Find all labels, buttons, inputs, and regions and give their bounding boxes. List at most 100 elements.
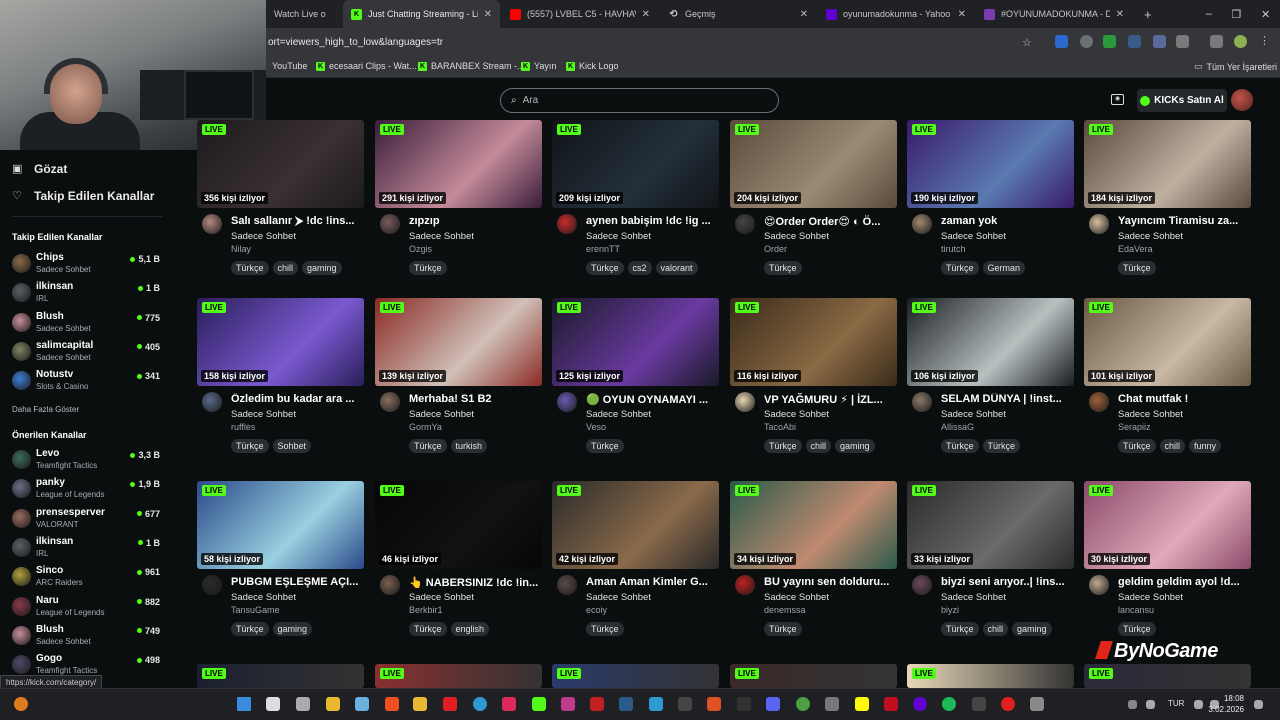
stream-category[interactable]: Sadece Sohbet <box>586 231 651 242</box>
stream-thumbnail[interactable]: LIVE 42 kişi izliyor <box>552 481 719 569</box>
streamer-avatar[interactable] <box>380 392 400 412</box>
close-tab-icon[interactable]: ✕ <box>642 9 650 20</box>
sidebar-channel[interactable]: Blush Sadece Sohbet 749 <box>12 623 162 651</box>
stream-thumbnail[interactable]: LIVE 184 kişi izliyor <box>1084 120 1251 208</box>
tag-pill[interactable]: english <box>450 622 490 636</box>
tag-pill[interactable]: gaming <box>272 622 313 636</box>
file-explorer-icon[interactable] <box>326 697 340 711</box>
close-tab-icon[interactable]: ✕ <box>1116 9 1124 20</box>
nav-following[interactable]: ♡ Takip Edilen Kanallar <box>12 189 154 203</box>
stream-thumbnail[interactable]: LIVE 46 kişi izliyor <box>375 481 542 569</box>
profile-icon[interactable] <box>1234 35 1247 48</box>
tag-pill[interactable]: Türkçe <box>231 261 269 275</box>
tag-pill[interactable]: Türkçe <box>231 622 269 636</box>
browser-tab[interactable]: ⟲ Geçmiş ✕ <box>660 0 816 28</box>
show-more-link[interactable]: Daha Fazla Göster <box>12 405 79 414</box>
sidebar-channel[interactable]: ilkinsan IRL 1 B <box>12 535 162 563</box>
shield-extension-icon[interactable] <box>1080 35 1093 48</box>
close-tab-icon[interactable]: ✕ <box>800 9 808 20</box>
tag-pill[interactable]: Türkçe <box>409 261 447 275</box>
stream-icon[interactable]: ◉ <box>1111 94 1124 105</box>
streamer-name[interactable]: Berkbir1 <box>409 605 443 615</box>
streamer-avatar[interactable] <box>557 575 577 595</box>
streamer-name[interactable]: Order <box>764 244 787 254</box>
start-icon[interactable] <box>237 697 251 711</box>
sidebar-channel[interactable]: salimcapital Sadece Sohbet 405 <box>12 339 162 367</box>
streamer-avatar[interactable] <box>1089 214 1109 234</box>
stream-title[interactable]: Özledim bu kadar ara ... <box>231 393 364 405</box>
kick-icon[interactable] <box>532 697 546 711</box>
stream-category[interactable]: Sadece Sohbet <box>1118 231 1183 242</box>
folder-icon[interactable] <box>413 697 427 711</box>
stream-thumbnail[interactable]: LIVE 158 kişi izliyor <box>197 298 364 386</box>
tag-pill[interactable]: Türkçe <box>586 439 624 453</box>
stream-thumbnail[interactable]: LIVE 139 kişi izliyor <box>375 298 542 386</box>
stream-card[interactable]: LIVE 33 kişi izliyor biyzi seni arıyor..| … <box>907 481 1074 671</box>
stream-card[interactable]: LIVE 158 kişi izliyor Özledim bu kadar ara… <box>197 298 364 488</box>
stream-title[interactable]: 😍Order Order😍 ◐ Ö... <box>764 215 897 228</box>
buy-kicks-button[interactable]: KICKs Satın Al <box>1137 89 1227 112</box>
tag-pill[interactable]: Türkçe <box>941 622 979 636</box>
snapchat-icon[interactable] <box>855 697 869 711</box>
streamer-name[interactable]: biyzi <box>941 605 959 615</box>
bookmark-kick-logo[interactable]: K Kick Logo <box>566 61 619 71</box>
input-language[interactable]: TUR <box>1168 699 1184 708</box>
streamer-name[interactable]: ecoiy <box>586 605 607 615</box>
tag-pill[interactable]: Türkçe <box>1118 622 1156 636</box>
streamer-avatar[interactable] <box>735 392 755 412</box>
tag-pill[interactable]: Türkçe <box>586 622 624 636</box>
bookmark-yayin[interactable]: K Yayın <box>521 61 556 71</box>
stream-thumbnail[interactable]: LIVE <box>907 664 1074 688</box>
streamer-name[interactable]: denemssa <box>764 605 806 615</box>
browser-tab[interactable]: oyunumadokunma - Yahoo Tu ✕ <box>818 0 974 28</box>
browser-tab[interactable]: Watch Live o <box>266 0 343 28</box>
tag-pill[interactable]: funny <box>1189 439 1222 453</box>
browser-tab[interactable]: (5557) LVBEL C5 - HAVHAV ✕ <box>502 0 658 28</box>
stream-card[interactable]: LIVE 204 kişi izliyor 😍Order Order😍 ◐ Ö...… <box>730 120 897 310</box>
stream-thumbnail[interactable]: LIVE <box>197 664 364 688</box>
stream-category[interactable]: Sadece Sohbet <box>764 231 829 242</box>
stream-title[interactable]: VP YAĞMURU ⚡ | İZL... <box>764 393 897 406</box>
stream-card[interactable]: LIVE 58 kişi izliyor PUBGM EŞLEŞME AÇI... S… <box>197 481 364 671</box>
stream-thumbnail[interactable]: LIVE <box>552 664 719 688</box>
stream-category[interactable]: Sadece Sohbet <box>231 231 296 242</box>
streamer-name[interactable]: lancansu <box>1118 605 1154 615</box>
stream-category[interactable]: Sadece Sohbet <box>409 592 474 603</box>
chrome-icon[interactable] <box>796 697 810 711</box>
streamer-avatar[interactable] <box>202 214 222 234</box>
extension-icon[interactable] <box>1153 35 1166 48</box>
browser-tab[interactable]: K Just Chatting Streaming - Live ✕ <box>343 0 500 28</box>
streamer-name[interactable]: tirutch <box>941 244 966 254</box>
bookmark-all[interactable]: ▭ Tüm Yer İşaretleri <box>1194 61 1277 72</box>
stream-card[interactable]: LIVE 34 kişi izliyor BU yayını sen dolduru… <box>730 481 897 671</box>
stream-thumbnail[interactable]: LIVE 204 kişi izliyor <box>730 120 897 208</box>
search-input[interactable]: ⌕ Ara <box>500 88 779 113</box>
search-icon[interactable] <box>266 697 280 711</box>
bookmark-baranbex[interactable]: K BARANBEX Stream -... <box>418 61 525 71</box>
copilot-icon[interactable] <box>355 697 369 711</box>
streamer-avatar[interactable] <box>912 214 932 234</box>
stream-title[interactable]: Merhaba! S1 B2 <box>409 393 542 405</box>
menu-kebab-icon[interactable]: ⋮ <box>1258 35 1271 48</box>
tray-chevron-icon[interactable] <box>1128 700 1137 709</box>
streamer-avatar[interactable] <box>735 575 755 595</box>
bookmark-ecesaari[interactable]: Kecesaari Clips - Wat... <box>316 61 417 71</box>
stream-card[interactable]: LIVE 46 kişi izliyor 👆 NABERSINIZ !dc !in.… <box>375 481 542 671</box>
tag-pill[interactable]: gaming <box>302 261 342 275</box>
streamer-avatar[interactable] <box>735 214 755 234</box>
stream-card[interactable]: LIVE 101 kişi izliyor Chat mutfak ! Sadece … <box>1084 298 1251 488</box>
stream-title[interactable]: Yayıncım Tiramisu za... <box>1118 215 1251 227</box>
sidebar-channel[interactable]: ilkinsan IRL 1 B <box>12 280 162 308</box>
tag-pill[interactable]: Türkçe <box>231 439 269 453</box>
streamer-avatar[interactable] <box>1089 575 1109 595</box>
streamer-name[interactable]: TansuGame <box>231 605 280 615</box>
streamer-avatar[interactable] <box>380 575 400 595</box>
streamer-avatar[interactable] <box>202 575 222 595</box>
close-tab-icon[interactable]: ✕ <box>484 9 492 20</box>
stream-thumbnail[interactable]: LIVE 58 kişi izliyor <box>197 481 364 569</box>
epic-icon[interactable] <box>737 697 751 711</box>
streamer-name[interactable]: GormYa <box>409 422 442 432</box>
streamer-name[interactable]: EdaVera <box>1118 244 1153 254</box>
instagram-icon[interactable] <box>561 697 575 711</box>
weather-icon[interactable] <box>14 697 28 711</box>
